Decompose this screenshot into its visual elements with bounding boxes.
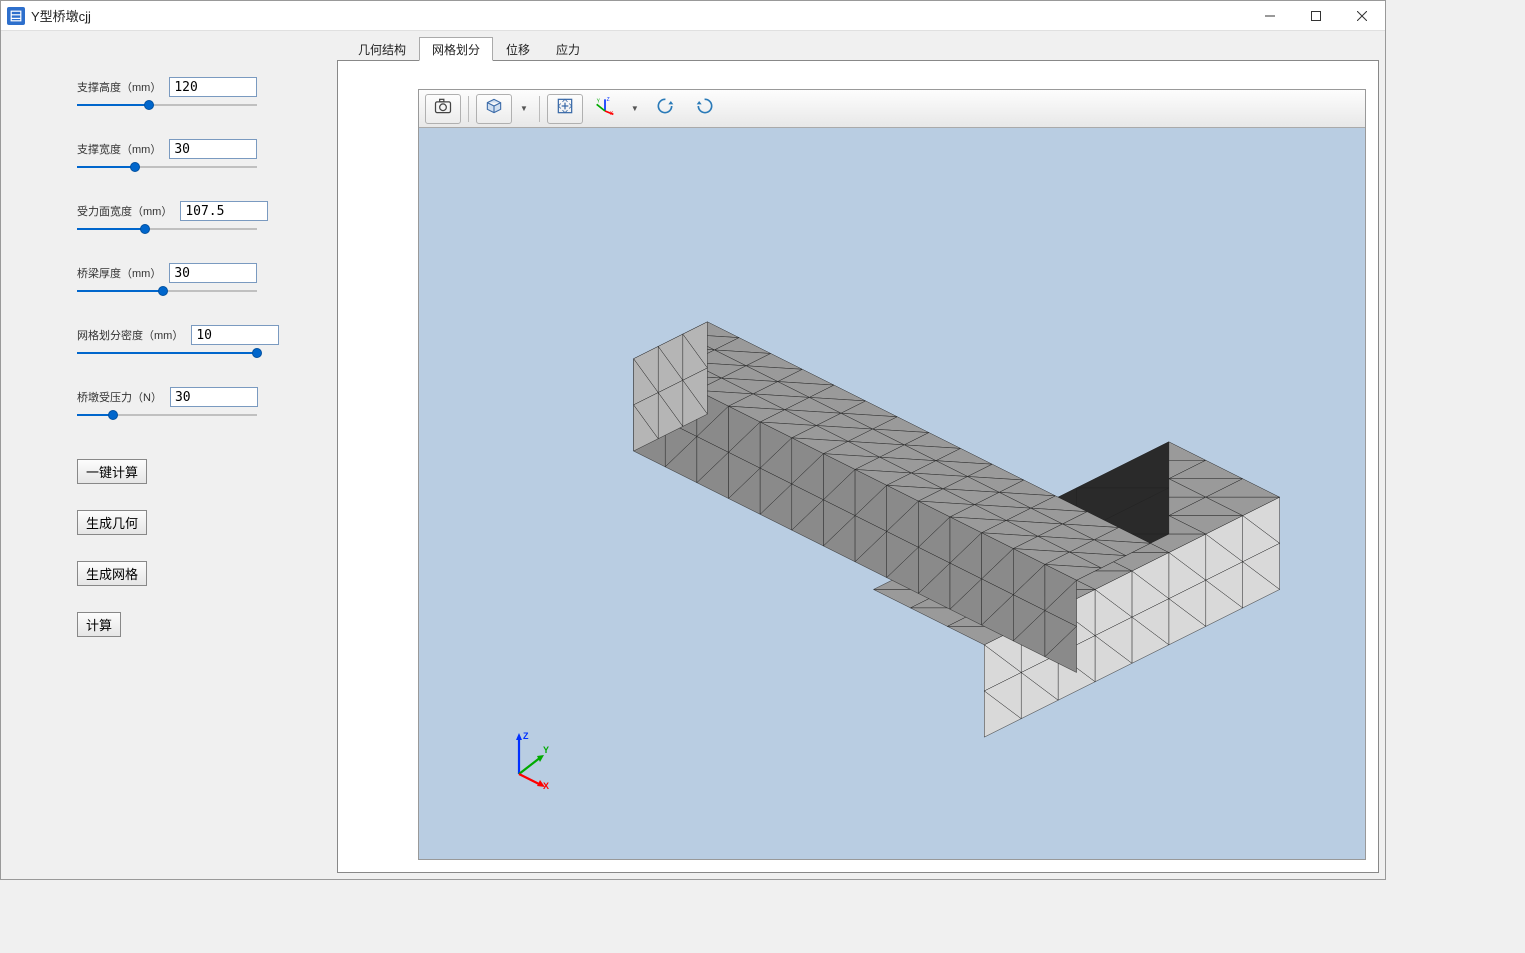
- mesh-render: [419, 128, 1365, 843]
- param-group: 支撑宽度（mm）: [77, 139, 307, 171]
- axes-gizmo[interactable]: Z Y X: [499, 729, 559, 789]
- camera-icon: [433, 96, 453, 121]
- minimize-button[interactable]: [1247, 1, 1293, 30]
- parameter-sidebar: 支撑高度（mm） 支撑宽度（mm） 受力面宽度（mm） 桥梁厚度（mm） 网格划分密度（…: [7, 37, 337, 873]
- close-button[interactable]: [1339, 1, 1385, 30]
- window-title: Y型桥墩cjj: [31, 6, 91, 25]
- application-window: Y型桥墩cjj 支撑高度（mm） 支撑宽度（mm） 受力面宽度（mm） 桥梁厚度（mm…: [0, 0, 1386, 880]
- viewport-toolbar: ▼ ZYX ▼: [419, 90, 1365, 128]
- param-slider[interactable]: [77, 287, 257, 295]
- cube-icon: [484, 96, 504, 121]
- fit-view-button[interactable]: [547, 94, 583, 124]
- param-input[interactable]: [180, 201, 268, 221]
- param-group: 桥墩受压力（N）: [77, 387, 307, 419]
- param-label: 支撑宽度（mm）: [77, 141, 161, 157]
- axes-icon: ZYX: [595, 96, 615, 121]
- view-mode-button[interactable]: [476, 94, 512, 124]
- param-label: 桥墩受压力（N）: [77, 389, 162, 405]
- chevron-down-icon[interactable]: ▼: [516, 104, 532, 113]
- param-group: 受力面宽度（mm）: [77, 201, 307, 233]
- tab-bar: 几何结构网格划分位移应力: [337, 37, 1379, 61]
- calculate-button[interactable]: 计算: [77, 612, 121, 637]
- param-group: 支撑高度（mm）: [77, 77, 307, 109]
- titlebar: Y型桥墩cjj: [1, 1, 1385, 31]
- chevron-down-icon[interactable]: ▼: [627, 104, 643, 113]
- svg-text:Z: Z: [523, 731, 529, 741]
- param-slider[interactable]: [77, 163, 257, 171]
- tab-2[interactable]: 位移: [493, 37, 543, 61]
- rotate-ccw-icon: [695, 96, 715, 121]
- param-input[interactable]: [169, 77, 257, 97]
- param-label: 支撑高度（mm）: [77, 79, 161, 95]
- param-input[interactable]: [170, 387, 258, 407]
- svg-text:X: X: [543, 781, 549, 789]
- axes-toggle-button[interactable]: ZYX: [587, 94, 623, 124]
- generate-mesh-button[interactable]: 生成网格: [77, 561, 147, 586]
- rotate-ccw-button[interactable]: [687, 94, 723, 124]
- 3d-viewport[interactable]: ▼ ZYX ▼: [418, 89, 1366, 860]
- param-slider[interactable]: [77, 101, 257, 109]
- param-input[interactable]: [191, 325, 279, 345]
- rotate-cw-icon: [655, 96, 675, 121]
- rotate-cw-button[interactable]: [647, 94, 683, 124]
- generate-geometry-button[interactable]: 生成几何: [77, 510, 147, 535]
- screenshot-button[interactable]: [425, 94, 461, 124]
- param-group: 桥梁厚度（mm）: [77, 263, 307, 295]
- app-icon: [7, 7, 25, 25]
- maximize-button[interactable]: [1293, 1, 1339, 30]
- tab-0[interactable]: 几何结构: [345, 37, 419, 61]
- fit-screen-icon: [555, 96, 575, 121]
- param-slider[interactable]: [77, 349, 257, 357]
- one-click-calculate-button[interactable]: 一键计算: [77, 459, 147, 484]
- param-slider[interactable]: [77, 225, 257, 233]
- param-input[interactable]: [169, 263, 257, 283]
- main-area: 几何结构网格划分位移应力: [337, 37, 1379, 873]
- svg-text:Y: Y: [543, 745, 549, 755]
- param-label: 受力面宽度（mm）: [77, 203, 172, 219]
- param-group: 网格划分密度（mm）: [77, 325, 307, 357]
- svg-text:Z: Z: [607, 97, 610, 103]
- viewport-frame: ▼ ZYX ▼: [337, 60, 1379, 873]
- param-label: 网格划分密度（mm）: [77, 327, 183, 343]
- tab-3[interactable]: 应力: [543, 37, 593, 61]
- param-input[interactable]: [169, 139, 257, 159]
- svg-text:Y: Y: [597, 99, 601, 105]
- param-slider[interactable]: [77, 411, 257, 419]
- param-label: 桥梁厚度（mm）: [77, 265, 161, 281]
- tab-1[interactable]: 网格划分: [419, 37, 493, 61]
